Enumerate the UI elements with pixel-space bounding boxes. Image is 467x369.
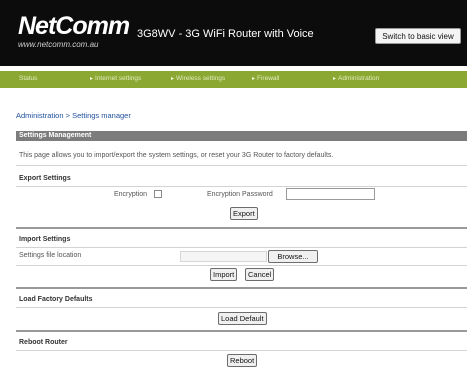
nav-item-administration[interactable]: ▸ Administration	[333, 75, 379, 82]
load-factory-defaults-heading: Load Factory Defaults	[19, 296, 93, 303]
nav-arrow-icon: ▸	[171, 76, 175, 82]
section-divider	[16, 227, 467, 229]
encryption-password-input[interactable]	[286, 188, 375, 200]
reboot-router-heading: Reboot Router	[19, 339, 68, 346]
nav-arrow-icon: ▸	[333, 76, 337, 82]
switch-to-basic-view-button[interactable]: Switch to basic view	[375, 28, 461, 44]
product-title: 3G8WV - 3G WiFi Router with Voice	[137, 28, 314, 40]
nav-arrow-icon: ▸	[90, 76, 94, 82]
import-settings-heading: Import Settings	[19, 236, 71, 243]
divider	[16, 265, 467, 266]
settings-file-input[interactable]	[180, 251, 267, 262]
nav-arrow-icon: ▸	[252, 76, 256, 82]
main-nav: Status ▸ Internet settings ▸ Wireless sett…	[0, 71, 467, 88]
nav-item-firewall[interactable]: ▸ Firewall	[252, 75, 279, 82]
encryption-checkbox[interactable]	[154, 190, 162, 198]
netcomm-logo: NetComm	[18, 12, 130, 40]
cancel-button[interactable]: Cancel	[245, 268, 275, 281]
browse-button[interactable]: Browse...	[268, 250, 318, 263]
divider	[16, 247, 467, 248]
logo-url: www.netcomm.com.au	[18, 40, 99, 49]
load-default-button[interactable]: Load Default	[218, 312, 267, 325]
section-divider	[16, 330, 467, 332]
divider	[16, 350, 467, 351]
reboot-button[interactable]: Reboot	[227, 354, 258, 367]
encryption-label: Encryption	[114, 191, 148, 198]
divider	[16, 165, 467, 166]
export-settings-heading: Export Settings	[19, 175, 71, 182]
export-button[interactable]: Export	[230, 207, 258, 220]
nav-item-wireless-settings[interactable]: ▸ Wireless settings	[171, 75, 225, 82]
import-button[interactable]: Import	[210, 268, 238, 281]
divider	[16, 186, 467, 187]
breadcrumb: Administration > Settings manager	[16, 111, 131, 120]
panel-description: This page allows you to import/export th…	[19, 152, 334, 159]
nav-item-status[interactable]: Status	[19, 75, 37, 82]
divider	[16, 307, 467, 308]
settings-file-location-label: Settings file location	[19, 252, 82, 259]
section-divider	[16, 287, 467, 289]
header: NetComm www.netcomm.com.au 3G8WV - 3G Wi…	[0, 0, 467, 66]
panel-title: Settings Management	[16, 131, 467, 141]
encryption-password-label: Encryption Password	[207, 191, 273, 198]
nav-item-internet-settings[interactable]: ▸ Internet settings	[90, 75, 141, 82]
